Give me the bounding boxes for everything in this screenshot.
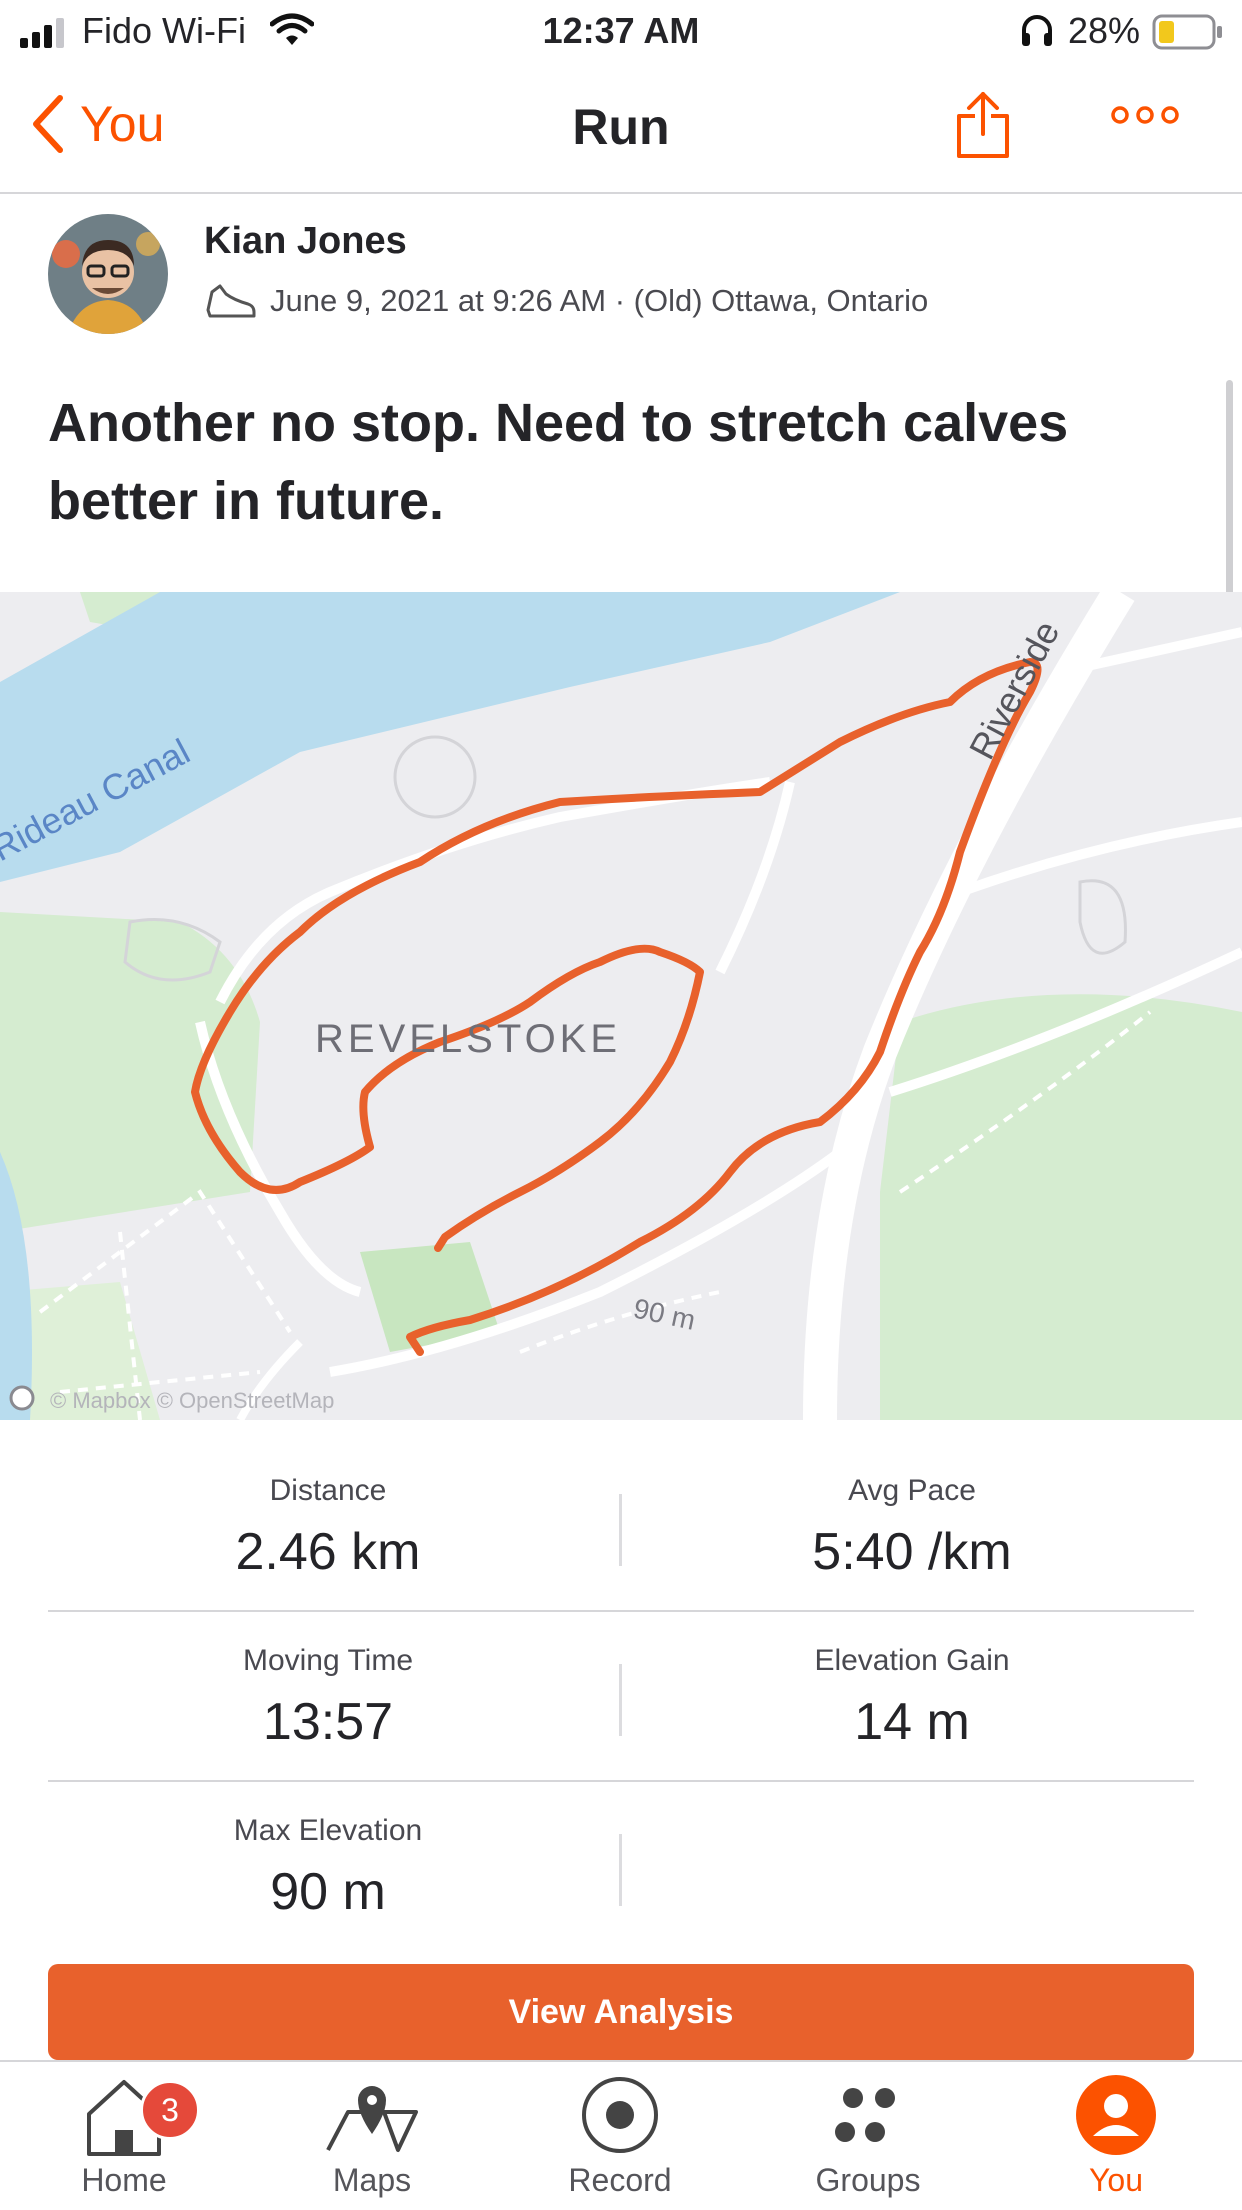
stat-label: Distance bbox=[269, 1474, 387, 1507]
profile-icon bbox=[1076, 2075, 1156, 2155]
avatar-image bbox=[48, 214, 168, 334]
tab-you[interactable]: You bbox=[992, 2062, 1240, 2199]
map-canvas: Rideau Canal REVELSTOKE Riverside 90 m ©… bbox=[0, 583, 1242, 1422]
stat-value: 2.46 km bbox=[235, 1523, 421, 1581]
activity-meta: June 9, 2021 at 9:26 AM · (Old) Ottawa, … bbox=[204, 282, 928, 320]
status-bar: Fido Wi-Fi 12:37 AM 28% bbox=[0, 0, 1242, 62]
tab-home[interactable]: 3 Home bbox=[0, 2062, 248, 2199]
stat-distance: Distance 2.46 km bbox=[88, 1474, 568, 1582]
tab-label: You bbox=[1089, 2162, 1143, 2198]
groups-icon bbox=[835, 2088, 895, 2142]
page-title: Run bbox=[572, 99, 670, 155]
route-map[interactable]: Rideau Canal REVELSTOKE Riverside 90 m ©… bbox=[0, 583, 1242, 1422]
view-analysis-button[interactable]: View Analysis bbox=[48, 1964, 1194, 2060]
tab-record[interactable]: Record bbox=[496, 2062, 744, 2199]
stat-label: Max Elevation bbox=[233, 1814, 423, 1847]
row-divider bbox=[48, 1780, 1194, 1782]
more-icon[interactable] bbox=[1110, 102, 1180, 128]
stat-value: 5:40 /km bbox=[812, 1523, 1012, 1581]
stat-label: Elevation Gain bbox=[814, 1644, 1010, 1677]
column-divider bbox=[619, 1834, 622, 1906]
battery-percent: 28% bbox=[1068, 10, 1141, 51]
stat-elevation-gain: Elevation Gain 14 m bbox=[672, 1644, 1152, 1752]
activity-title: Another no stop. Need to stretch calves … bbox=[48, 393, 1069, 531]
clock: 12:37 AM bbox=[542, 10, 700, 51]
navigation-bar: You Run bbox=[0, 62, 1242, 194]
tab-groups[interactable]: Groups bbox=[744, 2062, 992, 2199]
stat-moving-time: Moving Time 13:57 bbox=[88, 1644, 568, 1752]
shoe-icon bbox=[206, 284, 256, 318]
area-label: REVELSTOKE bbox=[315, 1017, 621, 1061]
tab-label: Groups bbox=[815, 2162, 921, 2198]
stat-label: Moving Time bbox=[242, 1644, 414, 1677]
date-location: June 9, 2021 at 9:26 AM · (Old) Ottawa, … bbox=[270, 283, 929, 318]
mapbox-logo-icon[interactable] bbox=[9, 1385, 35, 1411]
tab-bar: 3 Home Maps Record Groups You bbox=[0, 2060, 1242, 2210]
tab-label: Home bbox=[81, 2162, 167, 2198]
tab-maps[interactable]: Maps bbox=[248, 2062, 496, 2199]
tab-label: Record bbox=[568, 2162, 672, 2198]
park-area bbox=[880, 994, 1242, 1420]
stat-value: 14 m bbox=[854, 1693, 970, 1751]
notification-badge: 3 bbox=[140, 2080, 200, 2140]
map-attribution[interactable]: © Mapbox © OpenStreetMap bbox=[50, 1388, 334, 1413]
stat-label: Avg Pace bbox=[848, 1474, 976, 1507]
stat-value: 90 m bbox=[270, 1863, 386, 1921]
stat-avg-pace: Avg Pace 5:40 /km bbox=[672, 1474, 1152, 1582]
battery-icon bbox=[1152, 14, 1222, 50]
avatar[interactable] bbox=[48, 214, 168, 334]
row-divider bbox=[48, 1610, 1194, 1612]
column-divider bbox=[619, 1494, 622, 1566]
record-icon bbox=[582, 2077, 658, 2153]
stat-value: 13:57 bbox=[262, 1693, 394, 1751]
maps-icon bbox=[326, 2086, 418, 2152]
headphones-icon bbox=[1022, 15, 1052, 46]
column-divider bbox=[619, 1664, 622, 1736]
athlete-name[interactable]: Kian Jones bbox=[204, 220, 407, 263]
tab-label: Maps bbox=[332, 2162, 412, 2198]
park-area bbox=[0, 912, 260, 1232]
stat-max-elevation: Max Elevation 90 m bbox=[88, 1814, 568, 1922]
share-icon[interactable] bbox=[955, 90, 1011, 160]
